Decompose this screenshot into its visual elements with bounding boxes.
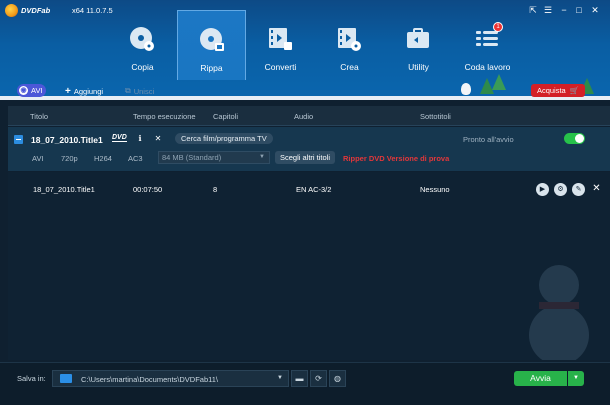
save-in-label: Salva in:	[17, 374, 46, 383]
start-dropdown-button[interactable]: ▼	[568, 371, 584, 386]
chevron-down-icon: ▼	[259, 154, 265, 160]
dvd-logo: DVD	[112, 134, 127, 142]
size-select[interactable]: 84 MB (Standard) ▼	[158, 151, 270, 164]
pin-icon[interactable]: ⇱	[527, 4, 539, 16]
cart-icon: 🛒	[569, 86, 580, 95]
tab-utility[interactable]: Utility	[384, 10, 453, 80]
edit-icon[interactable]: ✎	[572, 183, 585, 196]
profile-avi-button[interactable]: ◉ AVI	[17, 84, 46, 97]
remove-row-icon[interactable]: ✕	[590, 182, 603, 195]
status-text: Pronto all'avvio	[463, 135, 514, 144]
secondary-toolbar: ◉ AVI + Aggiungi ⧉ Unisci	[0, 82, 610, 100]
row-duration: 00:07:50	[133, 185, 163, 194]
settings-icon[interactable]: ⚙	[554, 183, 567, 196]
tab-rippa[interactable]: Rippa	[177, 10, 246, 80]
tab-copia[interactable]: Copia	[108, 10, 177, 80]
group-collapse-checkbox[interactable]	[14, 135, 23, 144]
resolution-label: 720p	[61, 154, 78, 163]
film-convert-icon	[269, 28, 292, 50]
output-path-text: C:\Users\martina\Documents\DVDFab11\	[81, 375, 218, 384]
search-movie-button[interactable]: Cerca film/programma TV	[175, 133, 273, 144]
chevron-down-icon: ▼	[277, 375, 283, 381]
video-profile-icon: ◉	[19, 86, 28, 95]
toolbox-icon	[407, 28, 429, 48]
app-version: x64 11.0.7.5	[72, 6, 113, 15]
format-label: AVI	[32, 154, 44, 163]
col-capitoli: Capitoli	[213, 112, 239, 121]
tab-copia-label: Copia	[131, 62, 154, 72]
audio-codec-label: AC3	[128, 154, 143, 163]
trial-note: Ripper DVD Versione di prova	[343, 154, 450, 163]
info-icon[interactable]: ℹ	[135, 134, 145, 144]
plus-icon: +	[65, 86, 71, 97]
size-select-value: 84 MB (Standard)	[162, 153, 222, 162]
snowman-watermark-icon	[529, 265, 589, 360]
codec-label: H264	[94, 154, 112, 163]
close-icon[interactable]: ✕	[589, 4, 601, 16]
film-create-icon	[338, 28, 361, 51]
buy-button[interactable]: Acquista 🛒	[531, 84, 585, 97]
output-path-select[interactable]: C:\Users\martina\Documents\DVDFab11\ ▼	[52, 370, 289, 387]
row-title: 18_07_2010.Title1	[33, 185, 95, 194]
merge-label: Unisci	[133, 86, 155, 96]
folder-icon	[60, 374, 72, 383]
top-banner: DVDFab x64 11.0.7.5 ⇱ ☰ − □ ✕ Copia Ripp…	[0, 0, 610, 100]
column-header: Titolo Tempo esecuzione Capitoli Audio S…	[8, 106, 610, 126]
start-button[interactable]: Avvia	[514, 371, 567, 386]
enable-toggle[interactable]	[564, 133, 585, 144]
row-chapters: 8	[213, 185, 218, 194]
app-brand: DVDFab	[21, 6, 51, 15]
refresh-button[interactable]: ⟳	[310, 370, 327, 387]
tab-crea-label: Crea	[340, 62, 359, 72]
menu-icon[interactable]: ☰	[542, 4, 554, 16]
col-titolo: Titolo	[30, 112, 49, 121]
remove-icon[interactable]: ✕	[153, 134, 163, 144]
minimize-icon[interactable]: −	[558, 4, 570, 16]
maximize-icon[interactable]: □	[573, 4, 585, 16]
tab-utility-label: Utility	[408, 62, 429, 72]
footer-bar: Salva in: C:\Users\martina\Documents\DVD…	[0, 362, 610, 405]
tab-coda-lavoro[interactable]: 1 Coda lavoro	[453, 10, 522, 80]
table-row[interactable]: 18_07_2010.Title1 00:07:50 8 EN AC-3/2 N…	[8, 178, 610, 200]
disc-rip-icon	[200, 28, 224, 51]
title-group: 18_07_2010.Title1 DVD ℹ ✕ Cerca film/pro…	[8, 127, 610, 171]
tab-rippa-label: Rippa	[200, 63, 223, 73]
add-button[interactable]: + Aggiungi	[65, 86, 103, 97]
tab-crea[interactable]: Crea	[315, 10, 384, 80]
profile-avi-label: AVI	[31, 86, 43, 95]
group-title: 18_07_2010.Title1	[31, 135, 103, 145]
buy-label: Acquista	[536, 86, 566, 95]
row-audio: EN AC-3/2	[296, 185, 332, 194]
queue-badge: 1	[493, 22, 503, 32]
module-tabs: Copia Rippa Converti Crea Utility 1 Coda…	[108, 10, 522, 80]
merge-icon: ⧉	[125, 86, 131, 95]
title-list: 18_07_2010.Title1 00:07:50 8 EN AC-3/2 N…	[8, 172, 610, 360]
tab-converti[interactable]: Converti	[246, 10, 315, 80]
choose-titles-button[interactable]: Scegli altri titoli	[275, 151, 336, 164]
globe-icon[interactable]: ◍	[329, 370, 346, 387]
dvdfab-logo-icon	[5, 4, 18, 17]
disc-copy-icon	[130, 27, 154, 51]
add-label: Aggiungi	[73, 87, 104, 96]
tab-converti-label: Converti	[264, 62, 297, 72]
tab-coda-lavoro-label: Coda lavoro	[464, 62, 511, 72]
merge-button[interactable]: ⧉ Unisci	[125, 86, 154, 96]
browse-folder-button[interactable]: ▬	[291, 370, 308, 387]
play-icon[interactable]: ▶	[536, 183, 549, 196]
col-audio: Audio	[294, 112, 314, 121]
col-tempo: Tempo esecuzione	[133, 112, 196, 121]
row-subtitles: Nessuno	[420, 185, 450, 194]
col-sottotitoli: Sottotitoli	[420, 112, 451, 121]
